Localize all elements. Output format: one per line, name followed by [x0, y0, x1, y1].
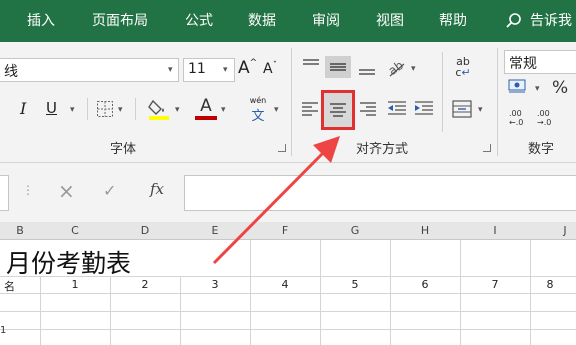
number-group-label: 数字	[528, 142, 555, 157]
gridline	[460, 240, 461, 345]
tab-view[interactable]: 视图	[376, 0, 404, 42]
partial-cell-text: 1	[0, 325, 7, 336]
increase-font-button[interactable]: A^	[238, 58, 257, 78]
alignment-group-label: 对齐方式	[356, 142, 409, 157]
decrease-decimal-button[interactable]: .00 →.0	[537, 109, 559, 127]
day-header-cell[interactable]: 8	[530, 278, 570, 291]
align-bottom-icon[interactable]	[357, 60, 377, 81]
wrap-text-icon[interactable]: ab c↵	[451, 56, 475, 78]
dropdown-arrow-icon[interactable]: ▾	[535, 84, 540, 94]
font-color-button[interactable]: A	[195, 96, 217, 120]
decrease-indent-icon[interactable]	[386, 100, 408, 119]
borders-icon[interactable]	[96, 100, 114, 121]
cancel-button[interactable]: ×	[58, 179, 75, 203]
tab-formulas[interactable]: 公式	[185, 0, 213, 42]
align-left-icon[interactable]	[300, 100, 320, 119]
divider	[135, 98, 136, 120]
svg-text:ab: ab	[386, 58, 406, 78]
column-header[interactable]: I	[460, 222, 531, 240]
day-header-cell[interactable]: 5	[320, 278, 390, 291]
dropdown-arrow-icon[interactable]: ▾	[478, 105, 483, 115]
formula-bar: ⋮ × ✓ fx	[0, 162, 576, 223]
column-header[interactable]: G	[320, 222, 391, 240]
gridline	[0, 293, 576, 294]
decrease-font-button[interactable]: Aˇ	[263, 61, 277, 77]
gridline	[0, 311, 576, 312]
phonetic-button[interactable]: wén 文	[247, 96, 269, 124]
font-size-value: 11	[188, 61, 206, 77]
divider	[442, 52, 443, 132]
increase-decimal-button[interactable]: .00 ←.0	[509, 109, 531, 127]
name-box[interactable]	[0, 175, 9, 211]
column-header[interactable]: J	[530, 222, 576, 240]
tab-insert[interactable]: 插入	[27, 0, 55, 42]
insert-function-button[interactable]: fx	[150, 180, 164, 198]
dropdown-arrow-icon[interactable]: ▾	[118, 105, 123, 115]
column-header[interactable]: D	[110, 222, 181, 240]
align-center-icon[interactable]	[321, 90, 355, 130]
font-size-box[interactable]: 11 ▾	[183, 58, 235, 82]
font-group-label: 字体	[110, 142, 137, 157]
divider	[87, 98, 88, 120]
align-top-icon[interactable]	[301, 58, 321, 77]
orientation-icon[interactable]: ab	[386, 58, 408, 81]
dropdown-arrow-icon[interactable]: ▾	[175, 105, 180, 115]
italic-button[interactable]: I	[20, 99, 26, 118]
percent-button[interactable]: %	[552, 78, 568, 98]
column-header[interactable]: C	[40, 222, 111, 240]
formula-bar-grip: ⋮	[22, 183, 34, 197]
formula-input[interactable]	[184, 175, 576, 211]
group-divider	[291, 48, 292, 156]
ribbon-tab-bar: 插入 页面布局 公式 数据 审阅 视图 帮助 告诉我	[0, 0, 576, 42]
font-name-box[interactable]: 线 ▾	[0, 58, 179, 82]
align-right-icon[interactable]	[358, 100, 378, 119]
increase-indent-icon[interactable]	[413, 100, 435, 119]
dropdown-arrow-icon[interactable]: ▾	[168, 65, 173, 75]
day-header-cell[interactable]: 2	[110, 278, 180, 291]
dropdown-arrow-icon[interactable]: ▾	[223, 65, 228, 75]
tab-review[interactable]: 审阅	[312, 0, 340, 42]
gridline	[250, 240, 251, 345]
gridline	[0, 329, 576, 330]
number-format-box[interactable]: 常规	[504, 50, 576, 74]
enter-button[interactable]: ✓	[103, 181, 116, 200]
dropdown-arrow-icon[interactable]: ▾	[70, 105, 75, 115]
column-header[interactable]: B	[0, 222, 41, 240]
align-middle-icon[interactable]	[325, 56, 351, 78]
tell-me-box[interactable]: 告诉我	[530, 0, 572, 42]
ribbon: 线 ▾ 11 ▾ A^ Aˇ I U ▾ ▾ ▾ A ▾ wén 文 ▾ 字体 …	[0, 42, 576, 162]
underline-button[interactable]: U	[46, 99, 57, 117]
column-header[interactable]: F	[250, 222, 321, 240]
day-header-cell[interactable]: 7	[460, 278, 530, 291]
gridline	[320, 240, 321, 345]
merge-center-icon[interactable]	[452, 100, 472, 121]
search-icon[interactable]	[505, 12, 523, 33]
day-header-cell[interactable]: 6	[390, 278, 460, 291]
font-name-value: 线	[4, 64, 18, 80]
number-format-value: 常规	[509, 56, 537, 72]
day-header-cell[interactable]: 3	[180, 278, 250, 291]
accounting-format-icon[interactable]	[508, 78, 526, 97]
dropdown-arrow-icon[interactable]: ▾	[274, 105, 279, 115]
sheet-title-cell[interactable]: 月份考勤表	[6, 244, 131, 280]
column-header[interactable]: E	[180, 222, 251, 240]
group-divider	[497, 48, 498, 156]
fill-color-icon[interactable]	[148, 97, 170, 124]
name-header-cell[interactable]: 名	[4, 278, 15, 294]
tab-data[interactable]: 数据	[248, 0, 276, 42]
gridline	[530, 240, 531, 345]
dialog-launcher-icon[interactable]	[278, 144, 286, 152]
dropdown-arrow-icon[interactable]: ▾	[411, 64, 416, 74]
day-header-cell[interactable]: 4	[250, 278, 320, 291]
gridline	[390, 240, 391, 345]
day-header-cell[interactable]: 1	[40, 278, 110, 291]
column-header[interactable]: H	[390, 222, 461, 240]
dropdown-arrow-icon[interactable]: ▾	[221, 105, 226, 115]
tab-help[interactable]: 帮助	[439, 0, 467, 42]
dialog-launcher-icon[interactable]	[483, 144, 491, 152]
tab-page-layout[interactable]: 页面布局	[92, 0, 148, 42]
